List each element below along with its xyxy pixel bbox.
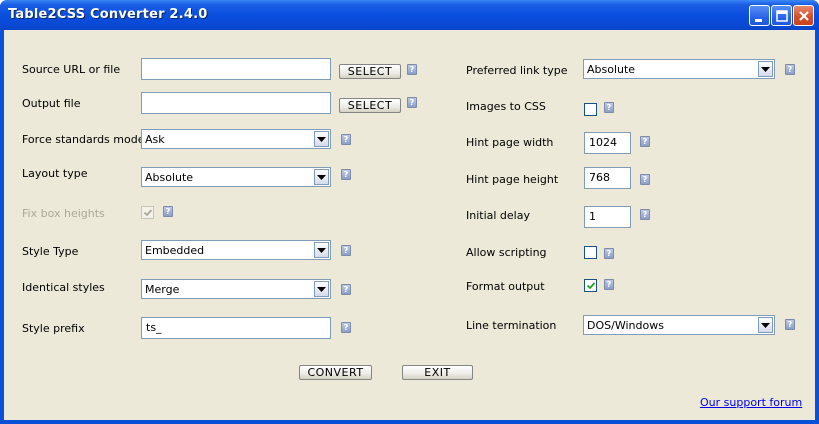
help-icon[interactable]: ?	[407, 64, 417, 75]
line-termination-select[interactable]: DOS/Windows	[583, 315, 775, 335]
format-output-checkbox[interactable]	[584, 279, 597, 292]
convert-button[interactable]: CONVERT	[299, 365, 372, 380]
force-standards-label: Force standards mode	[22, 133, 145, 146]
source-select-button[interactable]: SELECT	[339, 64, 401, 79]
help-icon[interactable]: ?	[163, 206, 173, 217]
layout-type-label: Layout type	[22, 167, 88, 180]
style-type-value: Embedded	[145, 244, 205, 257]
help-icon[interactable]: ?	[341, 284, 351, 295]
layout-type-select[interactable]: Absolute	[141, 167, 331, 187]
allow-scripting-label: Allow scripting	[466, 246, 547, 259]
style-prefix-label: Style prefix	[22, 322, 85, 335]
help-icon[interactable]: ?	[640, 174, 650, 185]
help-icon[interactable]: ?	[640, 136, 650, 147]
help-icon[interactable]: ?	[341, 169, 351, 180]
exit-button[interactable]: EXIT	[402, 365, 473, 380]
help-icon[interactable]: ?	[407, 97, 417, 108]
chevron-down-icon[interactable]	[758, 317, 773, 333]
preferred-link-value: Absolute	[587, 63, 636, 76]
hint-height-label: Hint page height	[466, 173, 559, 186]
help-icon[interactable]: ?	[640, 209, 650, 220]
help-icon[interactable]: ?	[604, 102, 614, 113]
line-termination-label: Line termination	[466, 319, 557, 332]
force-standards-select[interactable]: Ask	[141, 129, 331, 149]
chevron-down-icon[interactable]	[314, 169, 329, 185]
help-icon[interactable]: ?	[341, 134, 351, 145]
help-icon[interactable]: ?	[604, 279, 614, 290]
support-forum-link[interactable]: Our support forum	[700, 396, 802, 409]
dialog-body: Source URL or file SELECT ? Output file …	[4, 30, 815, 420]
minimize-icon	[755, 19, 762, 22]
help-icon[interactable]: ?	[785, 64, 795, 75]
output-select-button[interactable]: SELECT	[339, 98, 401, 113]
hint-height-input[interactable]: 768	[584, 167, 631, 189]
fix-box-heights-checkbox[interactable]	[141, 206, 154, 219]
hint-width-input[interactable]: 1024	[584, 132, 631, 154]
chevron-down-icon[interactable]	[314, 131, 329, 147]
source-url-input[interactable]	[141, 58, 331, 80]
line-termination-value: DOS/Windows	[587, 319, 664, 332]
close-icon	[799, 11, 809, 21]
preferred-link-label: Preferred link type	[466, 64, 568, 77]
fix-box-heights-label: Fix box heights	[22, 207, 105, 220]
initial-delay-input[interactable]: 1	[584, 206, 631, 228]
chevron-down-icon[interactable]	[758, 61, 773, 77]
preferred-link-select[interactable]: Absolute	[583, 59, 775, 79]
help-icon[interactable]: ?	[604, 248, 614, 259]
images-to-css-checkbox[interactable]	[584, 103, 597, 116]
help-icon[interactable]: ?	[341, 322, 351, 333]
identical-styles-label: Identical styles	[22, 281, 105, 294]
identical-styles-value: Merge	[145, 283, 180, 296]
checkmark-icon	[143, 209, 153, 217]
layout-type-value: Absolute	[145, 171, 194, 184]
minimize-button[interactable]	[749, 5, 770, 26]
help-icon[interactable]: ?	[785, 319, 795, 330]
format-output-label: Format output	[466, 280, 545, 293]
initial-delay-label: Initial delay	[466, 209, 530, 222]
checkmark-icon	[586, 282, 596, 290]
title-bar[interactable]: Table2CSS Converter 2.4.0	[0, 0, 819, 30]
style-type-select[interactable]: Embedded	[141, 240, 331, 260]
allow-scripting-checkbox[interactable]	[584, 246, 597, 259]
maximize-icon	[776, 10, 788, 22]
help-icon[interactable]: ?	[341, 245, 351, 256]
style-type-label: Style Type	[22, 245, 79, 258]
style-prefix-input[interactable]: ts_	[141, 317, 331, 339]
identical-styles-select[interactable]: Merge	[141, 279, 331, 299]
chevron-down-icon[interactable]	[314, 281, 329, 297]
output-file-input[interactable]	[141, 92, 331, 114]
close-button[interactable]	[793, 5, 814, 26]
maximize-button[interactable]	[771, 5, 792, 26]
output-file-label: Output file	[22, 97, 81, 110]
force-standards-value: Ask	[145, 133, 165, 146]
window-title: Table2CSS Converter 2.4.0	[8, 7, 208, 22]
hint-width-label: Hint page width	[466, 136, 554, 149]
images-to-css-label: Images to CSS	[466, 100, 546, 113]
chevron-down-icon[interactable]	[314, 242, 329, 258]
app-window: Table2CSS Converter 2.4.0 Source URL or …	[0, 0, 819, 424]
source-url-label: Source URL or file	[22, 63, 121, 76]
